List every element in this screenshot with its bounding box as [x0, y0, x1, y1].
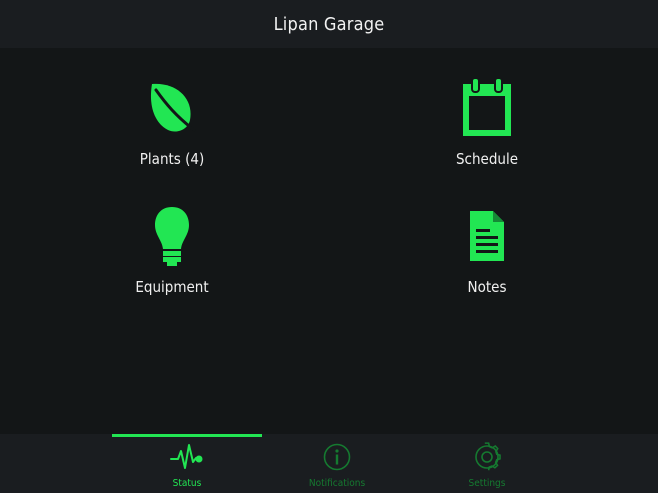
- bottom-navigation: Status Notifications Settings: [0, 434, 658, 493]
- gear-icon: [470, 440, 504, 474]
- plants-tile[interactable]: Plants (4): [72, 76, 272, 196]
- pulse-icon: [170, 440, 204, 474]
- document-icon: [457, 204, 517, 268]
- lightbulb-icon: [142, 204, 202, 268]
- leaf-icon: [142, 76, 202, 140]
- schedule-label: Schedule: [455, 150, 519, 168]
- equipment-label: Equipment: [135, 278, 209, 296]
- plants-label: Plants (4): [139, 150, 205, 168]
- tab-settings[interactable]: Settings: [412, 434, 562, 493]
- app-header: Lipan Garage: [0, 0, 658, 48]
- page-title: Lipan Garage: [273, 13, 385, 35]
- tab-settings-label: Settings: [468, 478, 506, 489]
- tab-notifications-label: Notifications: [308, 478, 366, 489]
- tab-status-label: Status: [172, 478, 202, 489]
- notes-tile[interactable]: Notes: [387, 204, 587, 324]
- calendar-icon: [457, 76, 517, 140]
- schedule-tile[interactable]: Schedule: [387, 76, 587, 196]
- tab-status[interactable]: Status: [112, 434, 262, 493]
- dashboard-grid: Plants (4) Schedule Equipment Notes: [0, 48, 658, 434]
- info-icon: [320, 440, 354, 474]
- tab-notifications[interactable]: Notifications: [262, 434, 412, 493]
- equipment-tile[interactable]: Equipment: [72, 204, 272, 324]
- notes-label: Notes: [467, 278, 507, 296]
